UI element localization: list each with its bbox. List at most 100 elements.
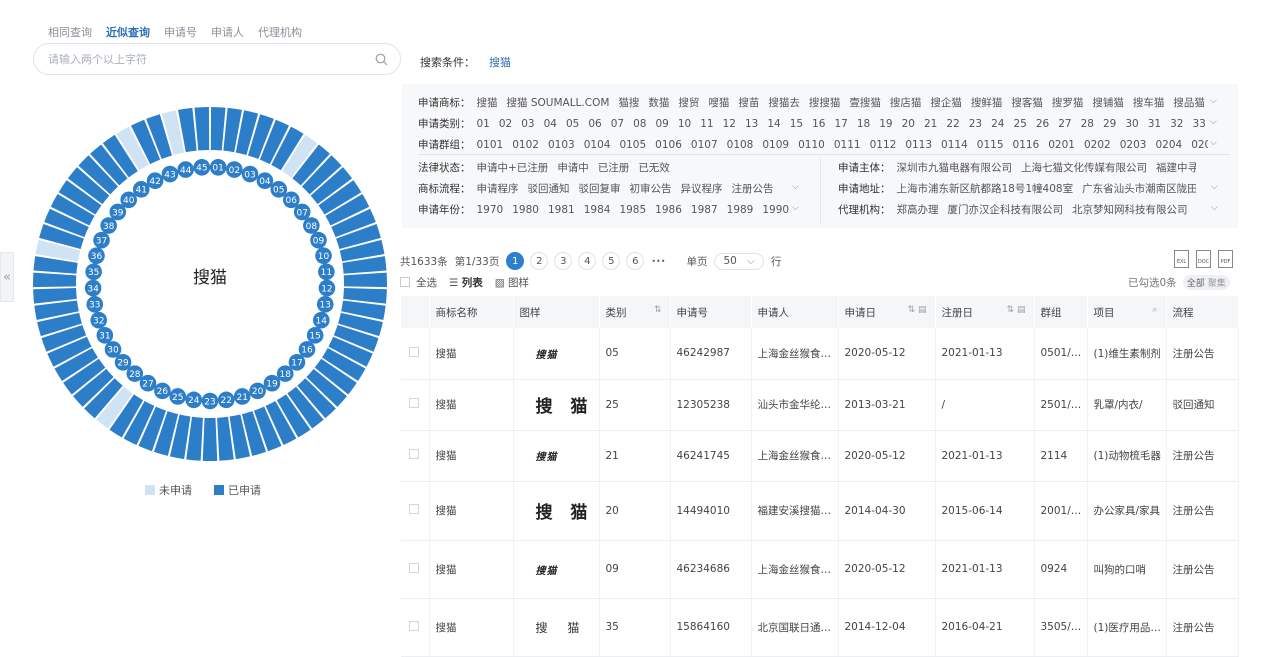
filter-option-class[interactable]: 21 (924, 118, 937, 130)
ring-class-15[interactable]: 15 (306, 326, 324, 344)
collapse-panel-button[interactable]: « (0, 252, 14, 302)
ring-class-37[interactable]: 37 (93, 231, 110, 249)
filter-option-class[interactable]: 05 (566, 118, 579, 130)
ring-class-12[interactable]: 12 (318, 279, 336, 297)
ring-class-09[interactable]: 09 (310, 231, 327, 249)
cell-logo[interactable]: 搜猫 (513, 540, 600, 599)
aggregate-toggle[interactable]: 全部 聚集 (1182, 275, 1230, 290)
table-row[interactable]: 搜猫 搜猫 0946234686上海金丝猴食品股份有限公司2020-05-12202… (401, 540, 1239, 599)
filter-option-class[interactable]: 06 (588, 118, 601, 130)
filter-option-group[interactable]: 0105 (619, 139, 646, 151)
filter-option-class[interactable]: 02 (499, 118, 512, 130)
row-checkbox[interactable] (409, 620, 419, 631)
filter-option-name[interactable]: 搜贸 (678, 95, 699, 110)
filter-option-class[interactable]: 24 (991, 118, 1004, 130)
filter-option-class[interactable]: 09 (656, 118, 669, 130)
ring-class-20[interactable]: 20 (249, 382, 266, 400)
column-header[interactable]: 申请日 ⇅ ▤ (838, 296, 936, 328)
filter-option-group[interactable]: 0104 (584, 139, 611, 151)
filter-option-group[interactable]: 0110 (798, 139, 825, 151)
filter-option-agent[interactable]: 厦门亦汉企科技有限公司 (948, 202, 1064, 217)
filter-option-name[interactable]: 搜铺猫 (1092, 95, 1124, 110)
table-row[interactable]: 搜猫 搜猫 2146241745上海金丝猴食品股份有限公司2020-05-12202… (401, 430, 1239, 482)
filter-option-class[interactable]: 19 (879, 118, 892, 130)
filter-option-owner[interactable]: 上海七猫文化传媒有限公司 (1021, 160, 1147, 175)
filter-option-process[interactable]: 异议程序 (681, 181, 723, 196)
ring-class-35[interactable]: 35 (85, 263, 102, 281)
filter-option-year[interactable]: 1985 (619, 204, 646, 216)
table-row[interactable]: 搜猫 搜 猫 3515864160北京国联日通信息技术有限公司2014-12-042… (401, 598, 1239, 657)
filter-option-group[interactable]: 0201 (1048, 139, 1075, 151)
ring-class-08[interactable]: 08 (303, 217, 320, 234)
filter-option-class[interactable]: 28 (1081, 118, 1094, 130)
filter-option-class[interactable]: 27 (1058, 118, 1071, 130)
image-view-button[interactable]: ▨ 图样 (495, 275, 529, 290)
row-checkbox[interactable] (409, 449, 419, 459)
filter-option-agent[interactable]: 郑高办理 (897, 202, 939, 217)
export-doc-icon[interactable]: DOC (1196, 250, 1211, 268)
expand-chevron-icon[interactable]: ⌵ (1210, 96, 1217, 106)
filter-option-group[interactable]: 0204 (1155, 139, 1182, 151)
filter-option-legal[interactable]: 已无效 (638, 160, 670, 175)
filter-option-group[interactable]: 0108 (727, 139, 754, 151)
expand-chevron-icon[interactable]: ⌵ (792, 203, 799, 213)
filter-option-group[interactable]: 0106 (655, 139, 682, 151)
cell-logo[interactable]: 搜猫 (513, 328, 600, 380)
per-page-select[interactable]: 50 ⌵ (714, 252, 764, 270)
filter-option-group[interactable]: 0111 (834, 139, 861, 151)
filter-option-name[interactable]: 搜猫去 (768, 95, 800, 110)
ring-class-21[interactable]: 21 (233, 388, 251, 405)
page-button-5[interactable]: 5 (602, 252, 621, 270)
ring-class-31[interactable]: 31 (96, 326, 114, 344)
ring-class-14[interactable]: 14 (312, 311, 330, 329)
ring-outer-segment[interactable] (210, 107, 226, 151)
filter-option-group[interactable]: 0113 (905, 139, 932, 151)
page-button-1[interactable]: 1 (506, 252, 525, 270)
filter-option-name[interactable]: 数猫 (648, 95, 669, 110)
filter-option-class[interactable]: 22 (946, 118, 959, 130)
filter-option-group[interactable]: 0101 (477, 139, 504, 151)
filter-option-process[interactable]: 注册公告 (732, 181, 774, 196)
filter-option-group[interactable]: 0103 (548, 139, 575, 151)
page-button-4[interactable]: 4 (578, 252, 597, 270)
filter-option-name[interactable]: 壹搜猫 (849, 95, 881, 110)
filter-option-name[interactable]: 搜品猫 (1173, 95, 1205, 110)
filter-option-address[interactable]: 上海市浦东新区航都路18号1幢408室 (897, 181, 1074, 196)
filter-option-class[interactable]: 07 (611, 118, 624, 130)
conditions-value[interactable]: 搜猫 (489, 54, 511, 70)
filter-option-process[interactable]: 驳回复审 (579, 181, 621, 196)
table-row[interactable]: 搜猫 搜 猫2512305238汕头市金华纶服饰有限公司2013-03-21/25… (401, 379, 1239, 431)
filter-option-group[interactable]: 0203 (1120, 139, 1147, 151)
ring-class-10[interactable]: 10 (315, 247, 332, 264)
ring-class-03[interactable]: 03 (241, 165, 259, 183)
filter-option-name[interactable]: 嗖猫 (708, 95, 729, 110)
column-header[interactable]: 类别 ⇅ (599, 296, 671, 328)
filter-option-name[interactable]: 搜店猫 (890, 95, 922, 110)
filter-option-legal[interactable]: 已注册 (598, 160, 630, 175)
row-checkbox[interactable] (409, 398, 419, 408)
ring-class-24[interactable]: 24 (185, 391, 203, 409)
tab-1[interactable]: 近似查询 (106, 24, 150, 40)
filter-option-year[interactable]: 1986 (655, 204, 682, 216)
column-header[interactable]: 项目 ⌕ (1087, 296, 1167, 328)
filter-option-owner[interactable]: 深圳市九猫电器有限公司 (897, 160, 1013, 175)
filter-option-class[interactable]: 31 (1148, 118, 1161, 130)
tab-0[interactable]: 相同查询 (48, 24, 92, 40)
ring-class-07[interactable]: 07 (293, 203, 311, 221)
tab-3[interactable]: 申请人 (211, 24, 244, 40)
cell-logo[interactable]: 搜 猫 (513, 481, 600, 541)
filter-option-class[interactable]: 25 (1014, 118, 1027, 130)
filter-option-name[interactable]: 搜搜猫 (809, 95, 841, 110)
ring-class-36[interactable]: 36 (88, 247, 105, 264)
filter-option-class[interactable]: 03 (521, 118, 534, 130)
filter-option-group[interactable]: 0102 (512, 139, 539, 151)
filter-option-legal[interactable]: 申请中 (557, 160, 589, 175)
expand-chevron-icon[interactable]: ⌵ (1211, 182, 1218, 192)
ring-class-23[interactable]: 23 (201, 392, 219, 410)
ring-class-01[interactable]: 01 (209, 158, 227, 176)
ring-outer-segment[interactable] (343, 272, 388, 288)
column-header[interactable]: 注册日 ⇅ ▤ (935, 296, 1035, 328)
filter-option-class[interactable]: 10 (678, 118, 691, 130)
filter-option-year[interactable]: 1989 (727, 204, 754, 216)
search-input[interactable] (48, 52, 375, 66)
